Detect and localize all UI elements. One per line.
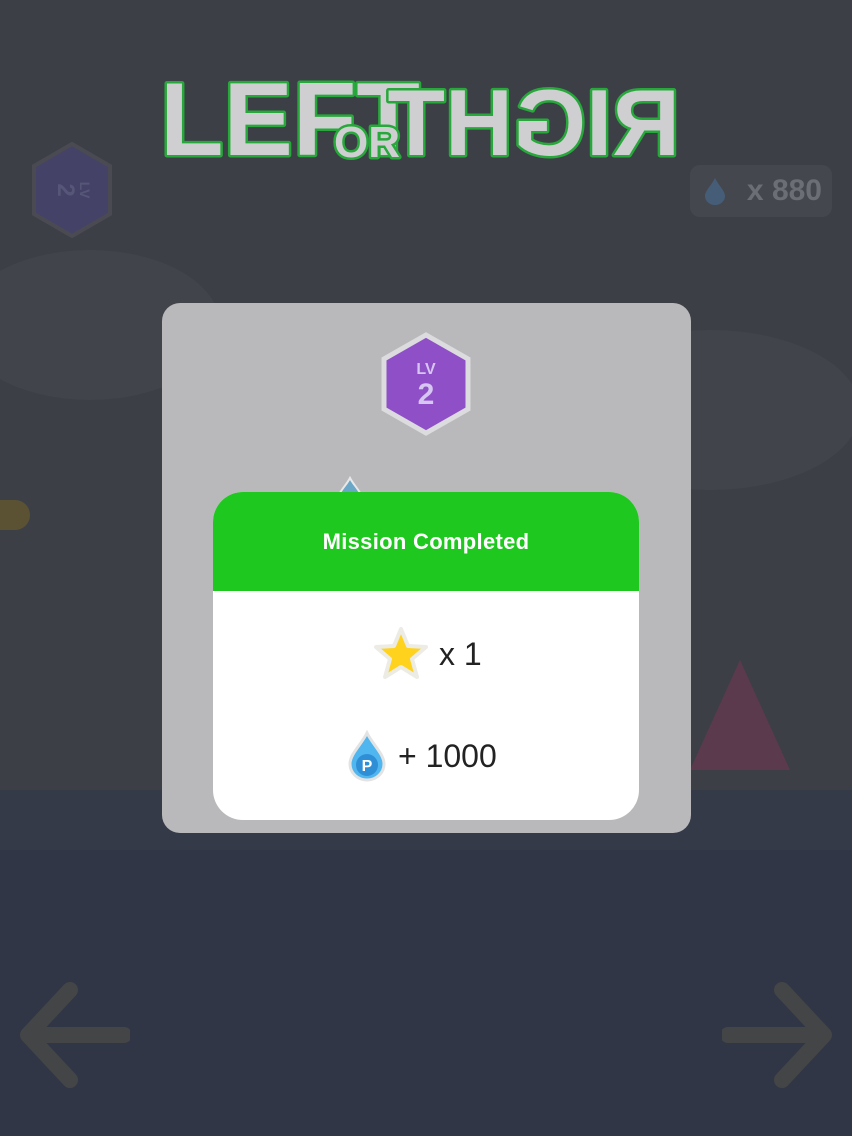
star-icon [374, 627, 428, 679]
hud-points-counter: x 880 [690, 165, 832, 217]
modal-level-badge: LV 2 [381, 332, 471, 436]
card-header: Mission Completed [213, 492, 639, 591]
mission-completed-card: Mission Completed x 1 P + 1000 [213, 492, 639, 820]
star-reward: x 1 [373, 626, 482, 682]
point-drop-icon: P [348, 730, 386, 782]
star-reward-value: x 1 [439, 635, 482, 672]
svg-text:P: P [362, 758, 373, 775]
modal-level-prefix: LV [416, 361, 436, 378]
hud-points-value: x 880 [746, 174, 822, 207]
game-logo: LEFT OR RIGHT [158, 60, 683, 174]
boat-sail [690, 660, 790, 770]
duck-partial [0, 500, 30, 530]
hud-level-number: 2 [52, 183, 79, 196]
point-drop-icon [705, 178, 725, 205]
mission-title: Mission Completed [322, 528, 530, 554]
logo-word-right: RIGHT [388, 70, 680, 173]
right-arrow-button[interactable] [722, 980, 832, 1090]
left-arrow-button[interactable] [20, 980, 130, 1090]
hud-level-badge[interactable]: LV 2 [30, 142, 114, 238]
points-reward-value: + 1000 [398, 737, 497, 774]
points-reward: P + 1000 [346, 730, 497, 782]
modal-level-number: 2 [418, 378, 435, 411]
